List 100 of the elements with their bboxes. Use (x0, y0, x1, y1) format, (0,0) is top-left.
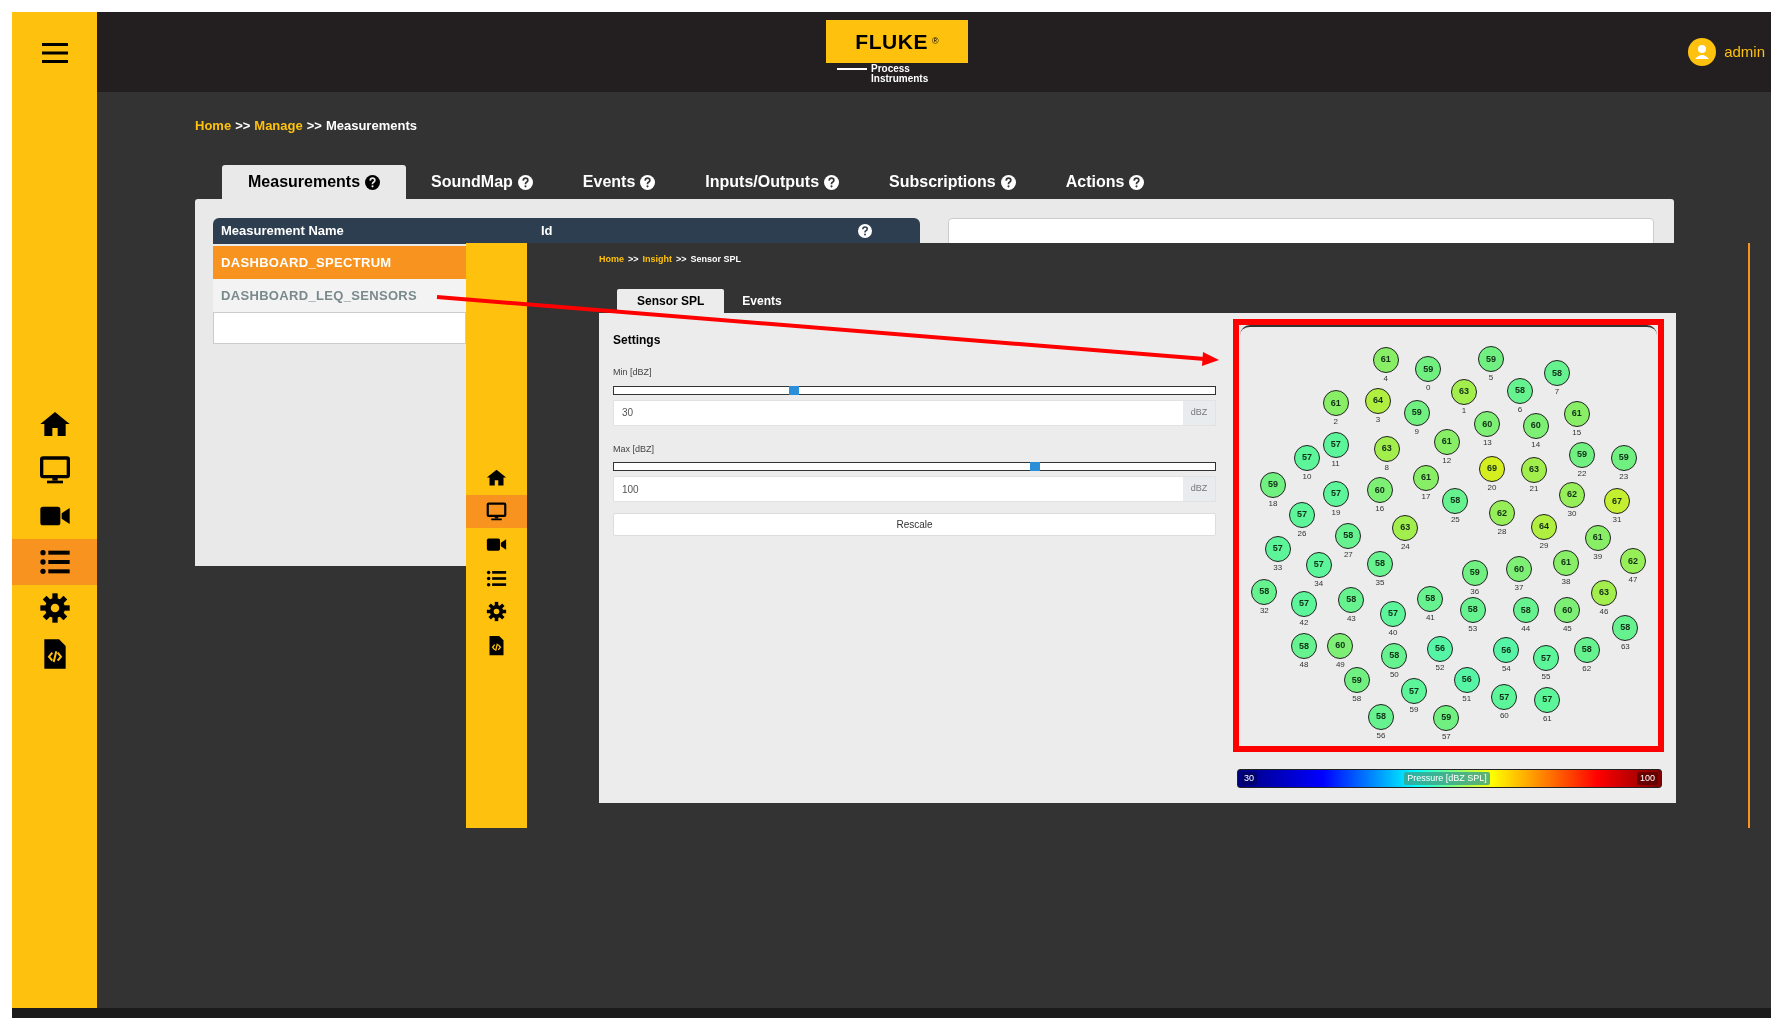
sensor-marker[interactable]: 57 (1491, 684, 1518, 711)
sensor-marker[interactable]: 58 (1338, 587, 1365, 613)
sensor-marker[interactable]: 59 (1461, 559, 1488, 586)
sensor-marker[interactable]: 61 (1584, 525, 1611, 551)
menu-icon[interactable] (41, 42, 68, 64)
sensor-marker[interactable]: 60 (1522, 413, 1549, 439)
slider-thumb[interactable] (1029, 462, 1040, 471)
sensor-marker[interactable]: 59 (1415, 356, 1442, 383)
number-field[interactable]: 100 dBZ (613, 476, 1216, 502)
sensor-marker[interactable]: 58 (1368, 703, 1394, 730)
sensor-marker[interactable]: 58 (1512, 597, 1539, 624)
sensor-marker[interactable]: 64 (1365, 388, 1391, 414)
breadcrumb-link[interactable]: Home (195, 116, 232, 136)
sensor-marker[interactable]: 57 (1264, 536, 1291, 562)
sensor-marker[interactable]: 60 (1366, 477, 1393, 504)
help-icon[interactable] (1129, 174, 1145, 190)
tab[interactable]: Subscriptions (864, 165, 1041, 199)
sensor-marker[interactable]: 62 (1620, 548, 1646, 575)
user-name[interactable]: admin (1724, 40, 1765, 64)
sensor-marker[interactable]: 69 (1479, 456, 1505, 482)
sensor-marker[interactable]: 61 (1372, 347, 1399, 373)
sensor-marker[interactable]: 58 (1367, 551, 1393, 577)
sensor-marker[interactable]: 57 (1380, 601, 1406, 627)
sensor-marker[interactable]: 56 (1453, 667, 1480, 693)
monitor-icon[interactable] (486, 500, 507, 522)
sensor-marker[interactable]: 57 (1534, 687, 1561, 713)
number-field[interactable]: 30 dBZ (613, 399, 1216, 426)
sensor-marker[interactable]: 58 (1459, 596, 1486, 623)
sensor-marker[interactable]: 59 (1433, 705, 1460, 731)
help-icon[interactable] (365, 174, 381, 190)
sensor-marker[interactable]: 63 (1373, 435, 1400, 462)
slider-track[interactable] (613, 462, 1216, 471)
sensor-marker[interactable]: 59 (1260, 472, 1286, 498)
sensor-marker[interactable]: 57 (1533, 645, 1559, 672)
sensor-marker[interactable]: 57 (1294, 445, 1320, 471)
tab[interactable]: SoundMap (406, 165, 558, 199)
sensor-marker[interactable]: 63 (1451, 378, 1477, 405)
sensor-marker[interactable]: 67 (1604, 488, 1630, 515)
sensor-marker[interactable]: 59 (1403, 399, 1430, 426)
help-icon[interactable] (640, 174, 656, 190)
rescale-button[interactable]: Rescale (613, 513, 1216, 536)
sensor-marker[interactable]: 58 (1251, 578, 1278, 605)
tab[interactable]: Events (557, 165, 681, 199)
sensor-marker[interactable]: 59 (1569, 441, 1595, 468)
sensor-marker[interactable]: 57 (1305, 552, 1332, 578)
sensor-marker[interactable]: 59 (1478, 346, 1504, 373)
sensor-marker[interactable]: 58 (1417, 585, 1444, 612)
slider-thumb[interactable] (789, 385, 800, 395)
tab[interactable]: Events (724, 289, 800, 313)
sensor-marker[interactable]: 58 (1335, 523, 1362, 549)
sensor-marker[interactable]: 56 (1427, 636, 1453, 662)
tab[interactable]: Measurements (222, 165, 407, 199)
nav-item[interactable] (466, 494, 527, 528)
tab[interactable]: Actions (1040, 165, 1170, 199)
sensor-marker[interactable]: 61 (1563, 400, 1590, 427)
sensor-marker[interactable]: 58 (1381, 643, 1408, 669)
sensor-marker[interactable]: 58 (1612, 614, 1639, 641)
sensor-marker[interactable]: 63 (1591, 579, 1617, 606)
sensor-marker[interactable]: 58 (1291, 633, 1317, 660)
settings-icon[interactable] (486, 601, 507, 623)
help-icon[interactable] (517, 174, 533, 190)
sensor-marker[interactable]: 58 (1442, 487, 1469, 514)
sensor-marker[interactable]: 61 (1413, 465, 1439, 491)
sensor-marker[interactable]: 64 (1531, 513, 1557, 540)
sensor-marker[interactable]: 59 (1610, 445, 1637, 471)
sensor-marker[interactable]: 60 (1327, 632, 1354, 659)
sensor-marker[interactable]: 61 (1322, 390, 1349, 417)
breadcrumb-link[interactable]: Home (599, 253, 624, 267)
sensor-label: 41 (1424, 612, 1436, 622)
sensor-marker[interactable]: 58 (1507, 378, 1533, 404)
settings-icon[interactable] (38, 592, 71, 624)
sensor-marker[interactable]: 63 (1521, 456, 1547, 483)
tab[interactable]: Sensor SPL (617, 289, 725, 313)
sensor-marker[interactable]: 58 (1573, 636, 1600, 663)
sensor-marker[interactable]: 57 (1401, 678, 1427, 705)
user-avatar-icon[interactable] (1688, 38, 1717, 66)
nav-item[interactable] (12, 539, 97, 585)
sensor-marker[interactable]: 61 (1433, 428, 1460, 455)
sensor-marker[interactable]: 60 (1506, 556, 1532, 583)
help-icon[interactable] (824, 174, 840, 190)
slider-track[interactable] (613, 385, 1216, 395)
monitor-icon[interactable] (38, 454, 71, 486)
sensor-marker[interactable]: 60 (1474, 411, 1501, 438)
sensor-marker[interactable]: 59 (1343, 667, 1370, 694)
help-icon[interactable] (1000, 174, 1016, 190)
sensor-marker[interactable]: 62 (1559, 481, 1585, 508)
sensor-marker[interactable]: 63 (1392, 514, 1419, 541)
breadcrumb-link[interactable]: Manage (254, 116, 303, 136)
sensor-marker[interactable]: 57 (1322, 431, 1349, 458)
help-icon[interactable] (858, 224, 872, 238)
breadcrumb-link[interactable]: Insight (642, 253, 673, 267)
sensor-marker[interactable]: 60 (1554, 597, 1581, 624)
sensor-marker[interactable]: 62 (1489, 500, 1515, 527)
tab[interactable]: Inputs/Outputs (680, 165, 865, 199)
sensor-marker[interactable]: 57 (1289, 502, 1315, 528)
sensor-marker[interactable]: 58 (1544, 360, 1570, 387)
sensor-marker[interactable]: 57 (1323, 481, 1349, 507)
sensor-marker[interactable]: 56 (1493, 637, 1520, 664)
sensor-marker[interactable]: 61 (1553, 550, 1579, 576)
sensor-marker[interactable]: 57 (1291, 590, 1317, 617)
